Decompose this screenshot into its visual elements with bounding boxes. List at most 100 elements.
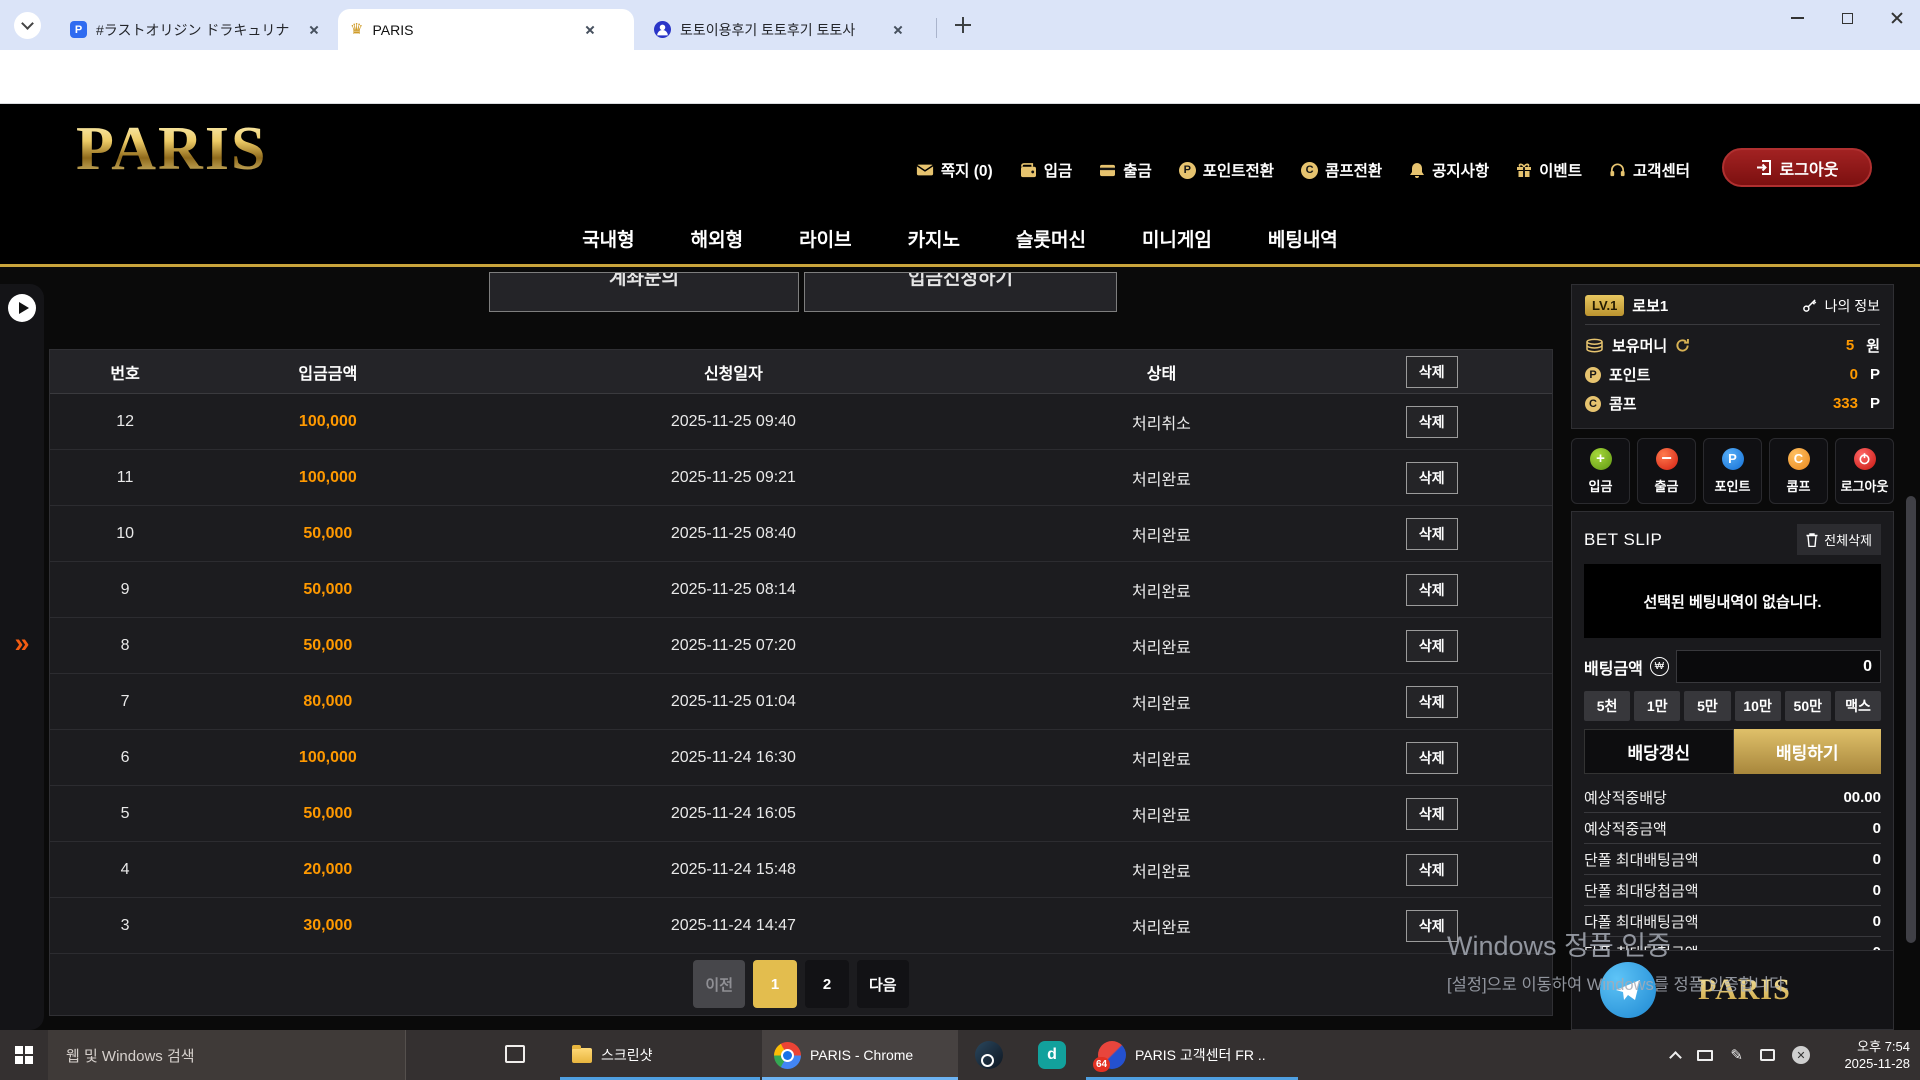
task-view-button[interactable] [505,1045,525,1063]
trash-icon [1806,533,1818,547]
taskbar-app-teal[interactable]: d [1038,1041,1066,1069]
nav-live[interactable]: 라이브 [799,225,851,252]
nav-domestic[interactable]: 국내형 [582,225,634,252]
paris-cs-icon: 64 [1098,1041,1126,1069]
menu-item-notice[interactable]: 공지사항 [1409,159,1489,181]
window-minimize-button[interactable] [1774,0,1820,36]
my-info-link[interactable]: 나의 정보 [1802,296,1880,316]
quick-deposit-button[interactable]: + 입금 [1571,438,1630,504]
table-row: 6 100,000 2025-11-24 16:30 처리완료 삭제 [50,730,1552,786]
menu-item-comp-transfer[interactable]: C 콤프전환 [1301,159,1382,181]
taskbar-clock[interactable]: 오후 7:54 2025-11-28 [1844,1038,1910,1072]
menu-item-message[interactable]: 쪽지 (0) [916,159,993,181]
table-row: 9 50,000 2025-11-25 08:14 처리완료 삭제 [50,562,1552,618]
new-tab-button[interactable] [952,14,974,36]
mute-icon[interactable]: ✕ [1792,1046,1810,1064]
coins-icon [1585,338,1604,353]
page-scrollbar[interactable] [1906,496,1916,943]
place-bet-button[interactable]: 배팅하기 [1734,729,1882,774]
pen-icon[interactable]: ✎ [1730,1046,1743,1064]
menu-item-withdraw[interactable]: 출금 [1099,159,1152,181]
amount-500k-button[interactable]: 50만 [1785,691,1831,721]
quick-comp-button[interactable]: C 콤프 [1769,438,1828,504]
amount-5k-button[interactable]: 5천 [1584,691,1630,721]
nav-slot[interactable]: 슬롯머신 [1016,225,1086,252]
delete-button[interactable]: 삭제 [1406,854,1458,886]
deposit-request-button[interactable]: 입금신청하기 [804,272,1117,312]
delete-button[interactable]: 삭제 [1406,462,1458,494]
blue-p-icon: P [70,21,87,38]
pagination-next-button[interactable]: 다음 [857,960,909,1008]
delete-button[interactable]: 삭제 [1406,686,1458,718]
logout-icon [1756,160,1772,175]
site-logo[interactable]: PARIS [76,114,267,185]
col-amount: 입금금액 [200,360,455,384]
tab-separator [936,18,937,38]
taskbar-app-screenshot[interactable]: 스크린샷 [560,1030,760,1080]
username: 로보1 [1632,295,1793,316]
windows-logo-icon [15,1046,33,1064]
notification-icon[interactable] [1760,1049,1775,1061]
close-icon[interactable] [889,21,907,39]
rail-expand-button[interactable]: » [0,628,44,659]
start-button[interactable] [0,1030,48,1080]
amount-10k-button[interactable]: 1만 [1634,691,1680,721]
menu-item-customer-center[interactable]: 고객센터 [1609,159,1690,181]
pagination-page-1-active[interactable]: 1 [753,960,797,1008]
pagination-page-2[interactable]: 2 [805,960,849,1008]
delete-button[interactable]: 삭제 [1406,574,1458,606]
delete-all-button[interactable]: 삭제 [1406,356,1458,388]
taskbar-search-input[interactable]: 웹 및 Windows 검색 [48,1030,406,1080]
logout-button[interactable]: 로그아웃 [1722,148,1872,187]
close-icon[interactable] [581,21,599,39]
nav-casino[interactable]: 카지노 [908,225,960,252]
left-quick-rail: » [0,284,44,1030]
pagination-prev-button[interactable]: 이전 [693,960,745,1008]
taskbar-app-paris-cs[interactable]: 64 PARIS 고객센터 FR .. [1086,1030,1298,1080]
nav-bet-history[interactable]: 베팅내역 [1268,225,1338,252]
nav-minigame[interactable]: 미니게임 [1142,225,1212,252]
tab-search-button[interactable] [14,12,41,39]
delete-button[interactable]: 삭제 [1406,742,1458,774]
rail-play-button[interactable] [8,294,36,322]
amount-100k-button[interactable]: 10만 [1735,691,1781,721]
wallet-row-comp: C 콤프 333P [1585,389,1880,418]
refresh-icon[interactable] [1675,338,1690,353]
point-coin-icon: P [1585,367,1601,383]
taskbar-app-chrome[interactable]: PARIS - Chrome [762,1030,958,1080]
amount-max-button[interactable]: 맥스 [1835,691,1881,721]
menu-item-point-transfer[interactable]: P 포인트전환 [1179,159,1274,181]
clear-all-button[interactable]: 전체삭제 [1797,524,1881,555]
bet-amount-input[interactable]: 0 [1676,650,1881,683]
quick-withdraw-button[interactable]: − 출금 [1637,438,1696,504]
menu-item-deposit[interactable]: 입금 [1020,159,1073,181]
pagination: 이전 1 2 다음 [50,954,1552,1014]
menu-item-event[interactable]: 이벤트 [1516,159,1582,181]
tray-expand-icon[interactable] [1670,1051,1683,1064]
window-maximize-button[interactable] [1824,0,1870,36]
odds-refresh-button[interactable]: 배당갱신 [1584,729,1734,774]
won-icon: ₩ [1650,657,1669,676]
key-icon [1802,298,1817,313]
browser-tab-1[interactable]: P #ラストオリジン ドラキュリナ [58,9,334,50]
browser-tab-3[interactable]: 토토이용후기 토토후기 토토사 [642,9,930,50]
maximize-icon [1842,13,1853,24]
close-icon[interactable] [305,21,323,39]
quick-logout-button[interactable]: 로그아웃 [1835,438,1894,504]
nav-overseas[interactable]: 해외형 [691,225,743,252]
table-row: 7 80,000 2025-11-25 01:04 처리완료 삭제 [50,674,1552,730]
point-coin-icon: P [1179,162,1196,179]
window-close-button[interactable] [1874,0,1920,36]
quick-point-button[interactable]: P 포인트 [1703,438,1762,504]
account-inquiry-button[interactable]: 계좌문의 [489,272,799,312]
table-row: 3 30,000 2025-11-24 14:47 처리완료 삭제 [50,898,1552,954]
delete-button[interactable]: 삭제 [1406,630,1458,662]
delete-button[interactable]: 삭제 [1406,798,1458,830]
device-icon[interactable] [1697,1050,1713,1061]
taskbar-app-steam[interactable] [975,1041,1003,1069]
browser-tab-2-active[interactable]: ♛ PARIS [338,9,634,50]
browser-toolbar: pr-002.com/front#/header/cash_in ☆ 석준 [0,50,1920,104]
delete-button[interactable]: 삭제 [1406,518,1458,550]
amount-50k-button[interactable]: 5만 [1684,691,1730,721]
delete-button[interactable]: 삭제 [1406,406,1458,438]
